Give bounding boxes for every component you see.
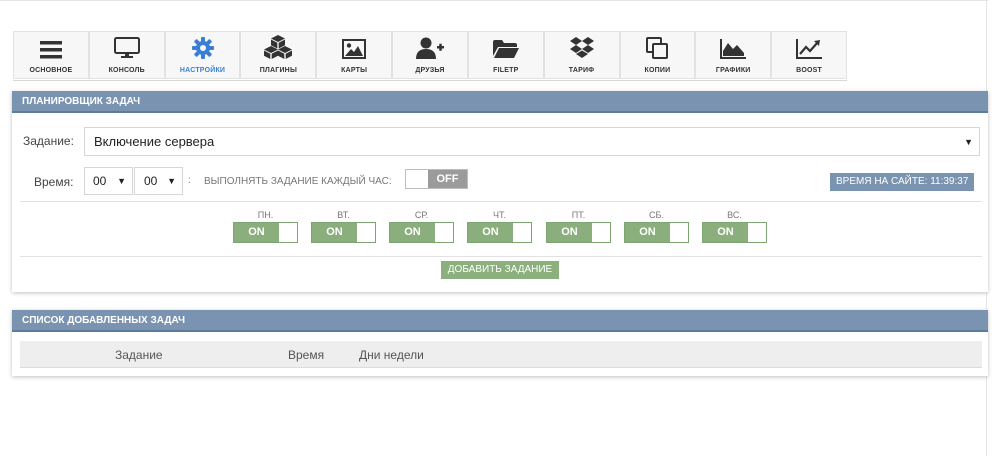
task-label: Задание: (23, 134, 74, 148)
toolbar-item-label: ГРАФИКИ (715, 67, 751, 74)
gear-icon (191, 37, 214, 59)
toolbar-item-label: КОПИИ (644, 67, 671, 74)
toolbar-item-label: НАСТРОЙКИ (179, 67, 226, 74)
toggle-knob (513, 223, 531, 242)
day-label: СБ. (649, 210, 664, 220)
column-header-task: Задание (115, 348, 163, 362)
hourly-label: ВЫПОЛНЯТЬ ЗАДАНИЕ КАЖДЫЙ ЧАС: (204, 176, 392, 187)
menu-icon (39, 41, 62, 59)
toolbar-item-label: ПЛАГИНЫ (259, 67, 297, 74)
site-time-badge: ВРЕМЯ НА САЙТЕ: 11:39:37 (830, 173, 975, 191)
day-toggle[interactable]: ON (233, 222, 298, 243)
toggle-knob (279, 223, 297, 242)
folder-icon (492, 40, 519, 58)
task-select-value: Включение сервера (94, 134, 215, 149)
day-label: ВС. (727, 210, 742, 220)
toolbar-item-label: КОНСОЛЬ (108, 67, 145, 74)
toolbar-item-boost[interactable]: BOOST (771, 31, 847, 79)
toolbar-item-filetp[interactable]: FILETP (467, 31, 544, 79)
toggle-knob (357, 223, 375, 242)
toolbar-item-maps[interactable]: КАРТЫ (316, 31, 393, 79)
day-toggle-state: ON (390, 223, 435, 242)
day-label: ПН. (257, 210, 274, 220)
hour-select[interactable]: 00 ▼ (84, 167, 133, 195)
day-label: ПТ. (571, 210, 586, 220)
day-toggle-state: ON (468, 223, 513, 242)
day-label: ВТ. (337, 210, 350, 220)
day-label: ЧТ. (493, 210, 506, 220)
dropbox-icon (569, 37, 594, 58)
divider (20, 256, 982, 257)
task-select[interactable]: Включение сервера ▼ (84, 127, 980, 156)
monitor-icon (113, 37, 140, 58)
column-header-days: Дни недели (359, 348, 424, 362)
toolbar-item-friends[interactable]: ДРУЗЬЯ (392, 31, 468, 79)
hourly-toggle-state: OFF (428, 170, 467, 188)
day-thursday: ЧТ. ON (467, 209, 532, 243)
toolbar-item-label: ДРУЗЬЯ (415, 67, 445, 74)
day-wednesday: СР. ON (389, 209, 454, 243)
toolbar-item-plugins[interactable]: ПЛАГИНЫ (240, 31, 317, 79)
toolbar-item-console[interactable]: КОНСОЛЬ (88, 31, 165, 79)
minute-select[interactable]: 00 ▼ (134, 167, 183, 195)
image-icon (342, 39, 367, 59)
day-sunday: ВС. ON (702, 209, 767, 243)
day-toggle-state: ON (547, 223, 592, 242)
minute-select-value: 00 (144, 174, 158, 188)
day-friday: ПТ. ON (546, 209, 611, 243)
time-label: Время: (34, 175, 74, 189)
day-label: СР. (414, 210, 429, 220)
scheduler-panel: ПЛАНИРОВЩИК ЗАДАЧ Задание: Включение сер… (12, 91, 988, 292)
chevron-down-icon: ▼ (117, 176, 126, 186)
main-toolbar: ОСНОВНОЕ КОНСОЛЬ НАСТРОЙКИ ПЛАГИНЫ КАРТЫ… (13, 31, 847, 81)
day-tuesday: ВТ. ON (311, 209, 376, 243)
task-list-panel: СПИСОК ДОБАВЛЕННЫХ ЗАДАЧ Задание Время Д… (12, 310, 988, 376)
day-toggle[interactable]: ON (389, 222, 454, 243)
toolbar-item-label: BOOST (796, 67, 822, 74)
task-table-header: Задание Время Дни недели (20, 341, 982, 368)
area-chart-icon (720, 39, 747, 59)
day-toggle[interactable]: ON (311, 222, 376, 243)
hourly-toggle[interactable]: OFF (405, 169, 468, 189)
toolbar-item-label: ТАРИФ (568, 67, 595, 74)
day-toggle[interactable]: ON (546, 222, 611, 243)
day-toggle[interactable]: ON (702, 222, 767, 243)
day-toggle-state: ON (703, 223, 748, 242)
task-list-title: СПИСОК ДОБАВЛЕННЫХ ЗАДАЧ (12, 310, 988, 332)
toolbar-item-graphs[interactable]: ГРАФИКИ (695, 31, 772, 79)
day-toggle[interactable]: ON (467, 222, 532, 243)
day-toggle-state: ON (234, 223, 279, 242)
scheduler-title: ПЛАНИРОВЩИК ЗАДАЧ (12, 91, 988, 113)
toggle-knob (435, 223, 453, 242)
toolbar-item-main[interactable]: ОСНОВНОЕ (13, 31, 89, 79)
toolbar-item-label: FILETP (493, 67, 519, 74)
chevron-down-icon: ▼ (964, 136, 973, 147)
toggle-knob (592, 223, 610, 242)
toolbar-item-settings[interactable]: НАСТРОЙКИ (164, 31, 241, 79)
day-toggle-state: ON (312, 223, 357, 242)
toolbar-item-tariff[interactable]: ТАРИФ (543, 31, 620, 79)
day-toggle[interactable]: ON (624, 222, 689, 243)
toggle-knob (748, 223, 766, 242)
page: ОСНОВНОЕ КОНСОЛЬ НАСТРОЙКИ ПЛАГИНЫ КАРТЫ… (0, 0, 1000, 456)
add-user-icon (415, 37, 444, 59)
toggle-knob (406, 170, 428, 188)
cubes-icon (264, 35, 293, 59)
line-chart-icon (796, 39, 823, 59)
toolbar-item-label: ОСНОВНОЕ (29, 67, 73, 74)
day-monday: ПН. ON (233, 209, 298, 243)
toggle-knob (670, 223, 688, 242)
page-frame-top (0, 0, 988, 2)
column-header-time: Время (288, 348, 325, 362)
toolbar-item-copies[interactable]: КОПИИ (619, 31, 696, 79)
copy-icon (646, 37, 669, 59)
add-task-button[interactable]: ДОБАВИТЬ ЗАДАНИЕ (441, 261, 559, 279)
day-saturday: СБ. ON (624, 209, 689, 243)
hour-select-value: 00 (93, 174, 107, 188)
time-separator: : (188, 175, 191, 186)
chevron-down-icon: ▼ (167, 176, 176, 186)
day-toggle-state: ON (625, 223, 670, 242)
toolbar-item-label: КАРТЫ (341, 67, 368, 74)
divider (20, 201, 982, 202)
